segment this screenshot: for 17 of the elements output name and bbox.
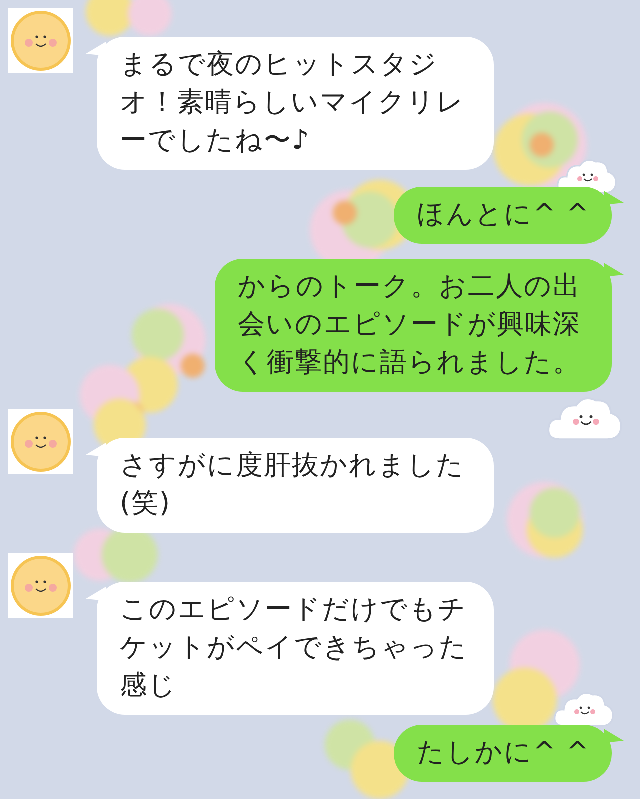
sun-avatar-icon[interactable] [8,553,73,618]
sent-message: ほんとに^ ^ [394,187,612,244]
sun-avatar-icon[interactable] [8,409,73,474]
bubble-tail [604,191,624,205]
sent-message: からのトーク。お二人の出会いのエピソードが興味深く衝撃的に語られました。 [215,259,612,392]
bubble-tail [86,587,106,601]
bubble-tail [86,443,106,457]
received-message: まるで夜のヒットスタジオ！素晴らしいマイクリレーでしたね〜♪ [97,37,494,170]
cloud-sticker-icon [554,692,614,727]
received-message: さすがに度肝抜かれました(笑) [97,438,494,533]
sun-avatar-icon[interactable] [8,8,73,73]
bubble-tail [604,729,624,743]
sent-message: たしかに^ ^ [394,725,612,782]
cloud-sticker-icon [548,398,622,440]
bubble-tail [604,263,624,277]
received-message: このエピソードだけでもチケットがペイできちゃった感じ [97,582,494,715]
bubble-tail [86,42,106,56]
